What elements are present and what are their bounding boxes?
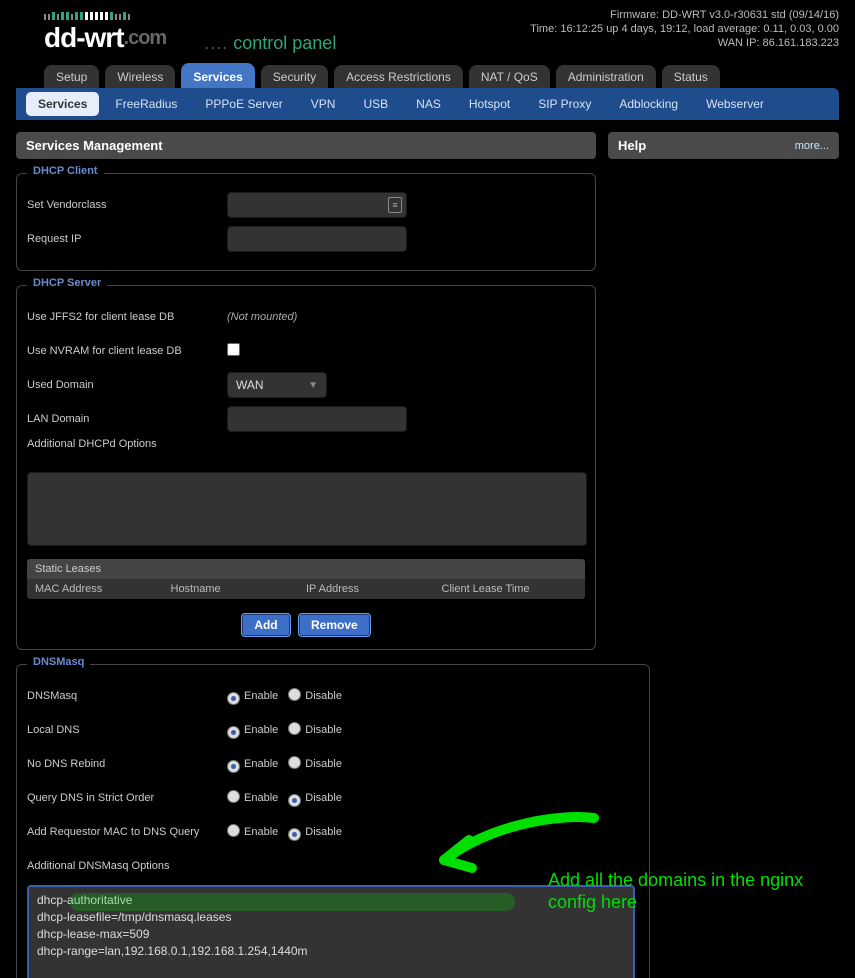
jffs2-label: Use JFFS2 for client lease DB bbox=[27, 311, 227, 323]
jffs2-value: (Not mounted) bbox=[227, 311, 585, 323]
chevron-down-icon: ▼ bbox=[308, 380, 318, 391]
leases-col-mac-address: MAC Address bbox=[35, 583, 171, 595]
remove-button[interactable]: Remove bbox=[298, 613, 371, 637]
wanip-text: WAN IP: 86.161.183.223 bbox=[530, 36, 839, 50]
leases-col-hostname: Hostname bbox=[171, 583, 307, 595]
input-helper-icon[interactable]: ≡ bbox=[388, 197, 402, 213]
logo-text-suffix: .com bbox=[124, 27, 167, 49]
dnsmasq-disable-label-2: Disable bbox=[305, 758, 342, 770]
time-text: Time: 16:12:25 up 4 days, 19:12, load av… bbox=[530, 22, 839, 36]
requestip-label: Request IP bbox=[27, 233, 227, 245]
subtab-pppoe-server[interactable]: PPPoE Server bbox=[193, 92, 294, 116]
logo-text-main: dd-wrt bbox=[44, 22, 124, 53]
dnsmasq-group: DNSMasq DNSMasqEnableDisableLocal DNSEna… bbox=[16, 664, 650, 978]
leases-col-client-lease-time: Client Lease Time bbox=[442, 583, 578, 595]
system-info: Firmware: DD-WRT v3.0-r30631 std (09/14/… bbox=[530, 8, 839, 50]
logo: dd-wrt.com .... control panel bbox=[44, 8, 336, 54]
dnsmasq-row-label-3: Query DNS in Strict Order bbox=[27, 792, 227, 804]
lan-domain-label: LAN Domain bbox=[27, 413, 227, 425]
dnsmasq-enable-label-3: Enable bbox=[244, 792, 278, 804]
help-more-link[interactable]: more... bbox=[795, 140, 829, 152]
dnsmasq-row-label-1: Local DNS bbox=[27, 724, 227, 736]
add-dnsmasq-textarea[interactable] bbox=[27, 885, 635, 978]
subtab-services[interactable]: Services bbox=[26, 92, 99, 116]
logo-bars-decor bbox=[44, 10, 336, 20]
dnsmasq-enable-label-1: Enable bbox=[244, 724, 278, 736]
subtab-hotspot[interactable]: Hotspot bbox=[457, 92, 522, 116]
dhcp-client-group: DHCP Client Set Vendorclass ≡ Request IP bbox=[16, 173, 596, 271]
dnsmasq-disable-label-3: Disable bbox=[305, 792, 342, 804]
used-domain-label: Used Domain bbox=[27, 379, 227, 391]
dnsmasq-disable-label-0: Disable bbox=[305, 690, 342, 702]
dhcp-server-legend: DHCP Server bbox=[27, 277, 107, 289]
dhcp-server-group: DHCP Server Use JFFS2 for client lease D… bbox=[16, 285, 596, 650]
add-dhcpd-label: Additional DHCPd Options bbox=[27, 438, 585, 450]
static-leases-header: Static Leases bbox=[27, 559, 585, 579]
nvram-label: Use NVRAM for client lease DB bbox=[27, 345, 227, 357]
help-bar: Help more... bbox=[608, 132, 839, 159]
subtab-usb[interactable]: USB bbox=[351, 92, 400, 116]
dnsmasq-disable-radio-4[interactable] bbox=[288, 828, 301, 841]
lan-domain-input[interactable] bbox=[227, 406, 407, 432]
nvram-checkbox[interactable] bbox=[227, 343, 240, 356]
dnsmasq-enable-label-2: Enable bbox=[244, 758, 278, 770]
subtab-sip-proxy[interactable]: SIP Proxy bbox=[526, 92, 603, 116]
firmware-text: Firmware: DD-WRT v3.0-r30631 std (09/14/… bbox=[530, 8, 839, 22]
dnsmasq-row-label-2: No DNS Rebind bbox=[27, 758, 227, 770]
help-title: Help bbox=[618, 138, 646, 153]
tab-setup[interactable]: Setup bbox=[44, 65, 99, 88]
tab-services[interactable]: Services bbox=[181, 63, 254, 88]
add-dhcpd-textarea[interactable] bbox=[27, 472, 587, 546]
logo-sub-text: control panel bbox=[233, 33, 336, 53]
subtab-webserver[interactable]: Webserver bbox=[694, 92, 776, 116]
dnsmasq-legend: DNSMasq bbox=[27, 656, 90, 668]
static-leases-columns: MAC AddressHostnameIP AddressClient Leas… bbox=[27, 579, 585, 599]
subtab-adblocking[interactable]: Adblocking bbox=[607, 92, 690, 116]
dnsmasq-disable-radio-2[interactable] bbox=[288, 756, 301, 769]
dnsmasq-enable-label-4: Enable bbox=[244, 826, 278, 838]
dnsmasq-disable-radio-0[interactable] bbox=[288, 688, 301, 701]
add-dnsmasq-label: Additional DNSMasq Options bbox=[27, 860, 639, 872]
page-title-bar: Services Management bbox=[16, 132, 596, 159]
subtab-nas[interactable]: NAS bbox=[404, 92, 453, 116]
logo-sub-dots: .... bbox=[204, 33, 228, 53]
tab-status[interactable]: Status bbox=[662, 65, 720, 88]
tab-wireless[interactable]: Wireless bbox=[105, 65, 175, 88]
dnsmasq-enable-radio-1[interactable] bbox=[227, 726, 240, 739]
used-domain-value: WAN bbox=[236, 378, 264, 392]
tab-security[interactable]: Security bbox=[261, 65, 328, 88]
add-button[interactable]: Add bbox=[241, 613, 290, 637]
subtab-vpn[interactable]: VPN bbox=[299, 92, 348, 116]
dnsmasq-row-label-0: DNSMasq bbox=[27, 690, 227, 702]
dnsmasq-disable-label-1: Disable bbox=[305, 724, 342, 736]
dnsmasq-row-label-4: Add Requestor MAC to DNS Query bbox=[27, 826, 227, 838]
vendorclass-input[interactable] bbox=[227, 192, 407, 218]
dnsmasq-enable-radio-4[interactable] bbox=[227, 824, 240, 837]
page-title: Services Management bbox=[26, 138, 163, 153]
dnsmasq-enable-radio-0[interactable] bbox=[227, 692, 240, 705]
dnsmasq-disable-radio-3[interactable] bbox=[288, 794, 301, 807]
subtab-freeradius[interactable]: FreeRadius bbox=[103, 92, 189, 116]
dnsmasq-enable-label-0: Enable bbox=[244, 690, 278, 702]
dnsmasq-disable-label-4: Disable bbox=[305, 826, 342, 838]
tab-administration[interactable]: Administration bbox=[556, 65, 656, 88]
vendorclass-label: Set Vendorclass bbox=[27, 199, 227, 211]
leases-col-ip-address: IP Address bbox=[306, 583, 442, 595]
used-domain-select[interactable]: WAN ▼ bbox=[227, 372, 327, 398]
dnsmasq-enable-radio-3[interactable] bbox=[227, 790, 240, 803]
dnsmasq-enable-radio-2[interactable] bbox=[227, 760, 240, 773]
tab-nat-qos[interactable]: NAT / QoS bbox=[469, 65, 550, 88]
tab-access-restrictions[interactable]: Access Restrictions bbox=[334, 65, 463, 88]
requestip-input[interactable] bbox=[227, 226, 407, 252]
dnsmasq-disable-radio-1[interactable] bbox=[288, 722, 301, 735]
dhcp-client-legend: DHCP Client bbox=[27, 165, 104, 177]
